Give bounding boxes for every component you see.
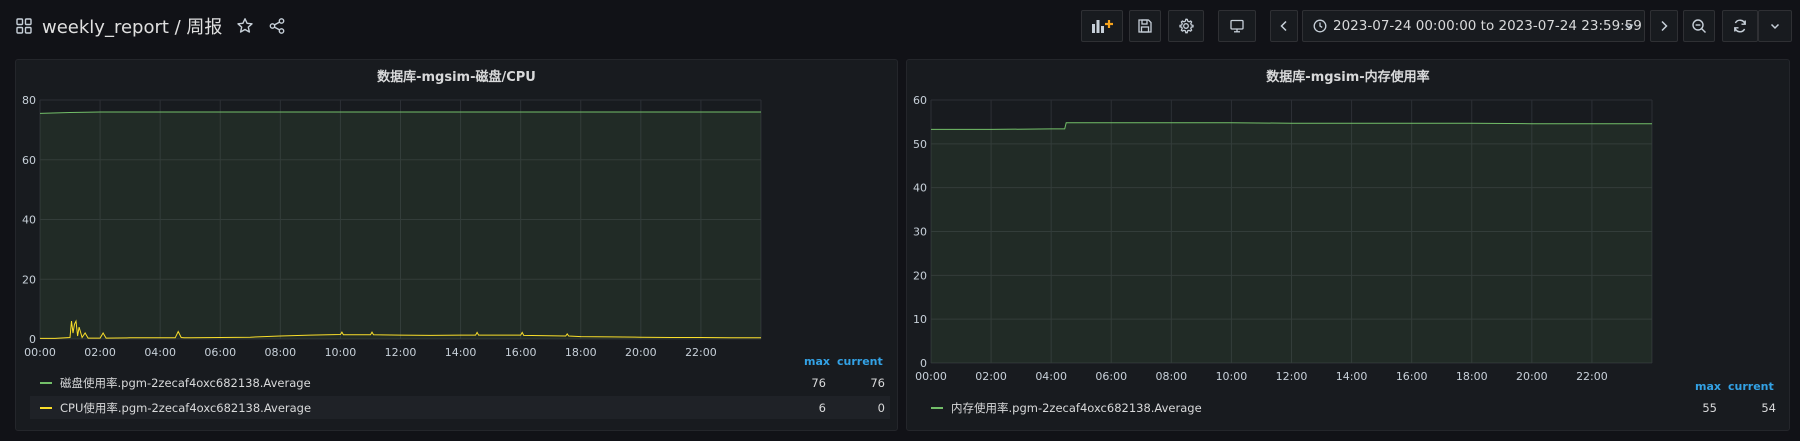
y-tick-label: 40 [22,214,36,227]
chevron-down-icon [1769,20,1781,32]
x-tick-label: 10:00 [325,346,357,359]
zoom-out-button[interactable] [1683,10,1715,42]
y-tick-label: 50 [913,138,927,151]
tv-mode-button[interactable] [1218,10,1256,42]
line-chart[interactable]: 0 20 40 60 80 00:00 02:00 04:00 06:00 08:00 10:00 1… [16,92,897,404]
legend-current-value: 54 [1761,400,1776,415]
time-range-label: 2023-07-24 00:00:00 to 2023-07-24 23:59:… [1333,18,1642,34]
refresh-button[interactable] [1722,10,1758,42]
gear-icon [1178,18,1194,34]
x-tick-label: 06:00 [1095,370,1127,383]
legend-series-name[interactable]: CPU使用率.pgm-2zecaf4oxc682138.Average [60,400,311,416]
x-tick-label: 16:00 [1396,370,1428,383]
x-tick-label: 12:00 [385,346,417,359]
legend-current-value: 0 [877,400,885,415]
legend-header-max[interactable]: max [804,355,830,368]
save-icon [1137,18,1153,34]
legend-current-value: 76 [870,375,885,390]
legend-item-cpu: CPU使用率.pgm-2zecaf4oxc682138.Average 6 0 [30,396,890,419]
y-tick-label: 0 [29,333,36,346]
chevron-left-icon [1279,20,1289,32]
time-forward-button[interactable] [1650,10,1678,42]
legend-max-value: 55 [1702,400,1717,415]
legend-header-current[interactable]: current [837,355,883,368]
line-chart[interactable]: 0 10 20 30 40 50 60 00:00 02:00 04:00 06:00 08:00 10… [907,92,1789,404]
x-tick-label: 00:00 [915,370,947,383]
series-area [931,122,1652,363]
zoom-out-icon [1691,18,1707,34]
x-tick-label: 20:00 [625,346,657,359]
graph-memory[interactable]: 0 10 20 30 40 50 60 00:00 02:00 04:00 06:00 08:00 10… [907,92,1789,404]
x-tick-label: 18:00 [565,346,597,359]
legend-swatch[interactable] [931,406,943,409]
legend-header-current[interactable]: current [1728,380,1774,393]
monitor-icon [1229,18,1245,34]
series-area [40,112,761,339]
time-back-button[interactable] [1270,10,1298,42]
dashboard-title-area: weekly_report / 周报 [16,10,286,42]
legend-series-name[interactable]: 内存使用率.pgm-2zecaf4oxc682138.Average [951,400,1202,416]
y-tick-label: 0 [920,357,927,370]
x-tick-label: 20:00 [1516,370,1548,383]
x-tick-label: 02:00 [84,346,116,359]
chevron-down-icon [1623,20,1635,32]
dashboard-navbar: weekly_report / 周报 2023-07-24 00:00:00 t… [0,0,1800,52]
legend-item-disk: 磁盘使用率.pgm-2zecaf4oxc682138.Average 76 76 [30,371,890,394]
y-tick-label: 80 [22,94,36,107]
y-tick-label: 60 [22,154,36,167]
legend-max-value: 6 [818,400,826,415]
y-tick-label: 40 [913,182,927,195]
x-tick-label: 14:00 [445,346,477,359]
y-tick-label: 30 [913,226,927,239]
panel-title[interactable]: 数据库-mgsim-内存使用率 [907,66,1789,85]
x-tick-label: 16:00 [505,346,537,359]
panel-disk-cpu: 数据库-mgsim-磁盘/CPU 0 20 40 60 80 00:00 02:00 04:0… [15,59,898,431]
x-tick-label: 12:00 [1276,370,1308,383]
share-icon[interactable] [268,17,286,35]
panel-memory: 数据库-mgsim-内存使用率 0 10 20 30 40 50 60 00:00 02:00 0… [906,59,1790,431]
x-tick-label: 02:00 [975,370,1007,383]
legend-item-memory: 内存使用率.pgm-2zecaf4oxc682138.Average 55 54 [921,396,1781,419]
x-tick-label: 22:00 [685,346,717,359]
x-tick-label: 04:00 [144,346,176,359]
legend-swatch[interactable] [40,406,52,409]
x-tick-label: 18:00 [1456,370,1488,383]
dashboard-settings-button[interactable] [1168,10,1204,42]
graph-disk-cpu[interactable]: 0 20 40 60 80 00:00 02:00 04:00 06:00 08:00 10:00 1… [16,92,897,404]
add-panel-button[interactable] [1081,10,1123,42]
legend-max-value: 76 [811,375,826,390]
legend-swatch[interactable] [40,381,52,384]
y-tick-label: 20 [22,273,36,286]
x-tick-label: 10:00 [1216,370,1248,383]
save-dashboard-button[interactable] [1129,10,1161,42]
legend-header-max[interactable]: max [1695,380,1721,393]
y-tick-label: 20 [913,269,927,282]
panel-title[interactable]: 数据库-mgsim-磁盘/CPU [16,66,897,85]
x-tick-label: 00:00 [24,346,56,359]
y-tick-label: 10 [913,313,927,326]
y-tick-label: 60 [913,94,927,107]
x-tick-label: 06:00 [204,346,236,359]
x-tick-label: 14:00 [1336,370,1368,383]
chevron-right-icon [1659,20,1669,32]
x-tick-label: 08:00 [264,346,296,359]
legend-series-name[interactable]: 磁盘使用率.pgm-2zecaf4oxc682138.Average [60,375,311,391]
grid-icon[interactable] [16,18,32,34]
x-tick-label: 08:00 [1155,370,1187,383]
x-tick-label: 04:00 [1035,370,1067,383]
star-icon[interactable] [236,17,254,35]
refresh-icon [1732,18,1748,34]
clock-icon [1313,19,1327,33]
x-tick-label: 22:00 [1576,370,1608,383]
add-panel-icon [1090,17,1114,35]
dashboard-title[interactable]: weekly_report / 周报 [42,13,222,39]
refresh-interval-picker[interactable] [1758,10,1792,42]
time-range-picker[interactable]: 2023-07-24 00:00:00 to 2023-07-24 23:59:… [1302,10,1645,42]
